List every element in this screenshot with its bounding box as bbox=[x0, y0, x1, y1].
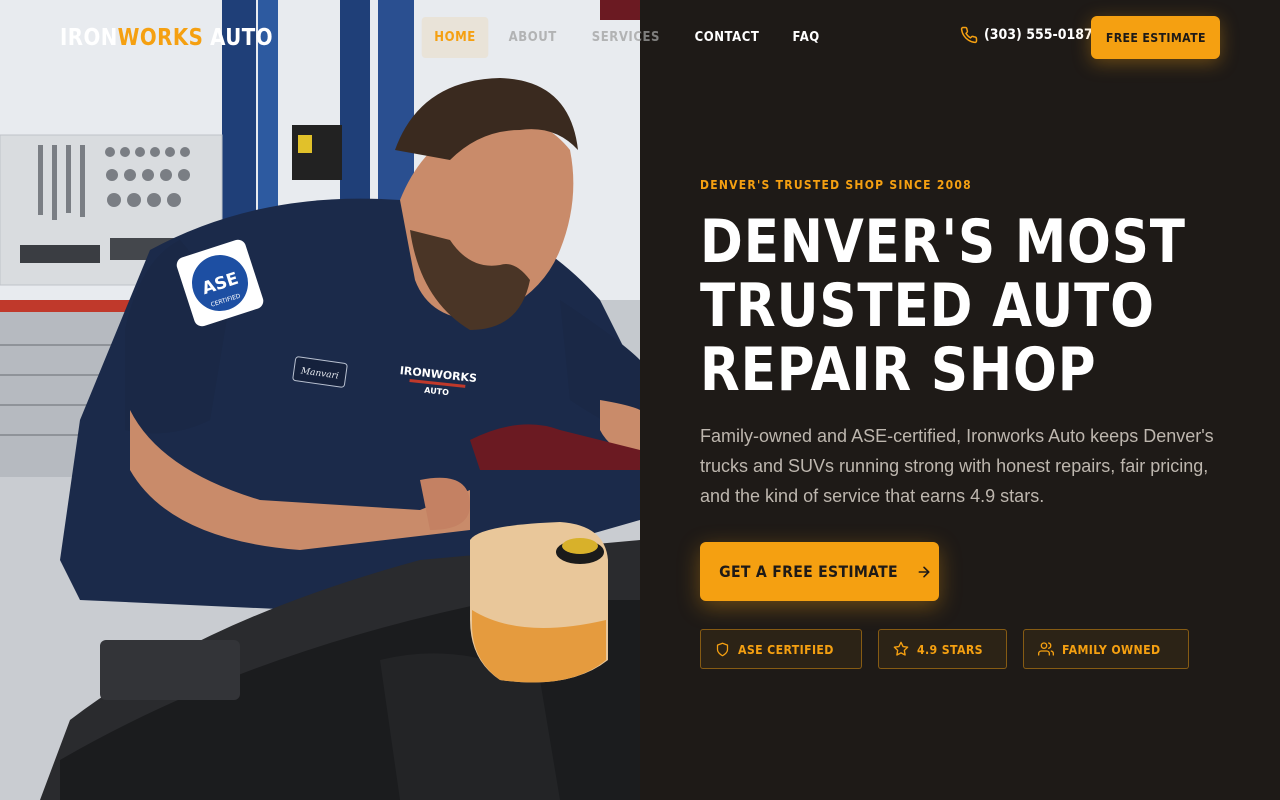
site-logo[interactable]: IRONWORKS AUTO bbox=[60, 22, 273, 54]
users-icon bbox=[1037, 642, 1054, 656]
badge-ase-certified: ASE CERTIFIED bbox=[700, 629, 862, 669]
nav-contact[interactable]: CONTACT bbox=[682, 17, 772, 58]
badge-stars: 4.9 STARS bbox=[877, 629, 1007, 669]
mechanic-illustration: ASE CERTIFIED Manvari IRONWORKS AUTO bbox=[0, 0, 640, 800]
main-nav: HOME ABOUT SERVICES CONTACT FAQ bbox=[418, 17, 836, 58]
star-icon bbox=[893, 641, 909, 656]
phone-link[interactable]: (303) 555-0187 bbox=[960, 26, 1105, 44]
nav-faq[interactable]: FAQ bbox=[780, 17, 832, 58]
badge-family-owned: FAMILY OWNED bbox=[1022, 629, 1189, 669]
hero-description: Family-owned and ASE-certified, Ironwork… bbox=[700, 426, 1214, 506]
shield-icon bbox=[716, 642, 729, 656]
phone-number: (303) 555-0187 bbox=[984, 27, 1093, 43]
nav-home[interactable]: HOME bbox=[421, 17, 489, 58]
hero-photo: ASE CERTIFIED Manvari IRONWORKS AUTO bbox=[0, 0, 640, 800]
get-free-estimate-button[interactable]: GET A FREE ESTIMATE bbox=[700, 542, 939, 601]
arrow-right-icon bbox=[918, 566, 930, 577]
free-estimate-button[interactable]: FREE ESTIMATE bbox=[1091, 16, 1220, 59]
nav-about[interactable]: ABOUT bbox=[496, 17, 569, 58]
hero-headline: DENVER'S MOST TRUSTED AUTO REPAIR SHOP bbox=[700, 207, 1186, 405]
trust-badges: ASE CERTIFIED 4.9 STARS FAMILY OWNED bbox=[700, 629, 1189, 669]
phone-icon bbox=[960, 26, 978, 44]
hero-eyebrow: DENVER'S TRUSTED SHOP SINCE 2008 bbox=[700, 178, 972, 192]
nav-services[interactable]: SERVICES bbox=[579, 17, 672, 58]
